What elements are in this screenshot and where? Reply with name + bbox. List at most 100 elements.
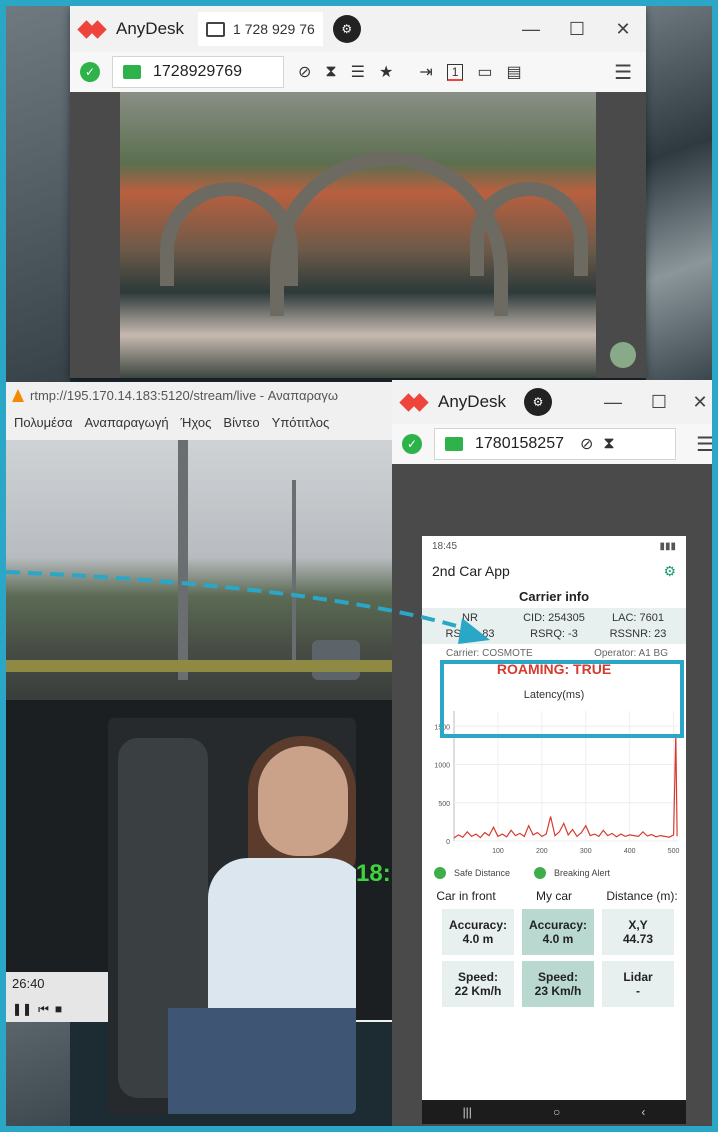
- col-car-in-front: Car in front: [436, 889, 496, 903]
- toolbar: ✓ 1780158257 ⊘ ⧗ ☰: [392, 424, 718, 464]
- guard-rail: [6, 660, 392, 672]
- file-transfer-icon[interactable]: ⇥: [419, 62, 432, 82]
- stop-icon[interactable]: ■: [55, 1002, 62, 1016]
- avatar: [610, 342, 636, 368]
- display-1-icon[interactable]: 1: [446, 63, 464, 81]
- menu-playback[interactable]: Αναπαραγωγή: [85, 415, 169, 430]
- titlebar: AnyDesk 1 728 929 76 ⚙ — ☐ ✕: [70, 6, 646, 52]
- metric-cid: CID: 254305: [523, 612, 585, 624]
- address-field[interactable]: 1780158257 ⊘ ⧗: [434, 428, 676, 460]
- metric-lac: LAC: 7601: [612, 612, 664, 624]
- home-icon[interactable]: ○: [553, 1105, 560, 1119]
- back-icon[interactable]: ‹: [641, 1105, 645, 1119]
- menu-audio[interactable]: Ήχος: [181, 415, 212, 430]
- time-label: 26:40: [6, 972, 122, 996]
- operator-label: Operator: A1 BG: [594, 648, 668, 659]
- anydesk-window-1: AnyDesk 1 728 929 76 ⚙ — ☐ ✕ ✓ 172892976…: [70, 6, 646, 378]
- app-name: AnyDesk: [438, 392, 507, 411]
- database-icon[interactable]: ☰: [351, 62, 365, 82]
- card-distance: X,Y 44.73: [602, 909, 674, 955]
- bridge-image: [120, 92, 596, 378]
- gear-icon: ⚙: [341, 22, 353, 36]
- driver-camera-video: [108, 718, 356, 1114]
- connection-ok-icon: ✓: [80, 62, 100, 82]
- maximize-button[interactable]: ☐: [554, 19, 600, 40]
- session-tab[interactable]: 1 728 929 76: [198, 12, 323, 46]
- session-menu-button[interactable]: ⚙: [524, 388, 553, 416]
- roaming-highlight-box: [440, 660, 684, 738]
- card-value: 44.73: [622, 932, 654, 946]
- chart-legend: Safe Distance Breaking Alert: [422, 861, 686, 885]
- card-value: 4.0 m: [542, 932, 574, 946]
- android-nav-bar: ||| ○ ‹: [422, 1100, 686, 1124]
- address-value: 1728929769: [153, 63, 242, 80]
- close-button[interactable]: ✕: [682, 392, 718, 413]
- anydesk-logo-icon: [77, 19, 107, 39]
- menu-icon[interactable]: ☰: [614, 60, 632, 85]
- card-my-speed: Speed: 23 Km/h: [522, 961, 594, 1007]
- screen-share-icon[interactable]: ⊘: [298, 62, 311, 82]
- x-tick-label: 100: [492, 848, 504, 855]
- minimize-button[interactable]: —: [590, 392, 636, 413]
- playback-controls: ❚❚ ⏮ ■: [6, 996, 122, 1022]
- x-tick-label: 300: [580, 848, 592, 855]
- screen-share-icon[interactable]: ⊘: [580, 434, 593, 454]
- card-title: Speed:: [537, 970, 578, 984]
- card-title: Speed:: [457, 970, 498, 984]
- background-image-right: [646, 0, 712, 380]
- hourglass-icon[interactable]: ⧗: [603, 435, 614, 453]
- col-my-car: My car: [536, 889, 572, 903]
- settings-gear-icon[interactable]: ⚙: [663, 563, 676, 580]
- driver-jeans: [168, 1008, 356, 1114]
- card-lidar: Lidar -: [602, 961, 674, 1007]
- signal-icon: ▮▮▮: [659, 540, 676, 552]
- recent-apps-icon[interactable]: |||: [463, 1105, 472, 1119]
- close-button[interactable]: ✕: [600, 19, 646, 40]
- chat-icon[interactable]: ▤: [507, 62, 522, 82]
- annotation-arrow: [5, 570, 490, 644]
- hourglass-icon[interactable]: ⧗: [325, 63, 336, 81]
- menu-video[interactable]: Βίντεο: [223, 415, 259, 430]
- titlebar: AnyDesk ⚙ — ☐ ✕: [392, 380, 718, 424]
- card-title: Accuracy:: [448, 918, 508, 932]
- previous-icon[interactable]: ⏮: [38, 1002, 49, 1017]
- monitor-icon[interactable]: ▭: [477, 62, 492, 82]
- remote-view[interactable]: [70, 92, 646, 378]
- menu-subtitle[interactable]: Υπότιτλος: [272, 415, 330, 430]
- maximize-button[interactable]: ☐: [636, 392, 682, 413]
- card-front-accuracy: Accuracy: 4.0 m: [442, 909, 514, 955]
- y-tick-label: 500: [438, 801, 450, 808]
- y-tick-label: 1000: [434, 763, 450, 770]
- safe-distance-dot: [434, 867, 446, 879]
- card-value: 22 Km/h: [454, 984, 502, 998]
- vlc-cone-icon: [12, 388, 24, 402]
- card-front-speed: Speed: 22 Km/h: [442, 961, 514, 1007]
- pause-icon[interactable]: ❚❚: [12, 1002, 32, 1016]
- vlc-titlebar: rtmp://195.170.14.183:5120/stream/live -…: [6, 382, 392, 408]
- driver-face: [258, 746, 348, 856]
- anydesk-logo-icon: [399, 392, 429, 412]
- menu-icon[interactable]: ☰: [696, 432, 714, 457]
- card-value: 23 Km/h: [534, 984, 582, 998]
- connection-ok-icon: ✓: [402, 434, 422, 454]
- breaking-alert-dot: [534, 867, 547, 879]
- minimize-button[interactable]: —: [508, 19, 554, 40]
- address-field[interactable]: 1728929769: [112, 56, 284, 88]
- app-name: AnyDesk: [116, 19, 185, 38]
- remote-screen-icon: [445, 437, 463, 451]
- card-title: Accuracy:: [528, 918, 588, 932]
- arrow-path: [5, 570, 477, 634]
- session-menu-button[interactable]: ⚙: [332, 15, 361, 43]
- x-tick-label: 200: [536, 848, 548, 855]
- toolbar: ✓ 1728929769 ⊘ ⧗ ☰ ★ ⇥ 1 ▭ ▤ ☰: [70, 52, 646, 92]
- star-icon[interactable]: ★: [379, 62, 393, 82]
- card-my-accuracy: Accuracy: 4.0 m: [522, 909, 594, 955]
- menu-media[interactable]: Πολυμέσα: [14, 415, 73, 430]
- address-value: 1780158257: [475, 435, 564, 452]
- monitor-icon: [206, 21, 226, 37]
- x-tick-label: 400: [624, 848, 636, 855]
- vlc-menubar: Πολυμέσα Αναπαραγωγή Ήχος Βίντεο Υπότιτλ…: [6, 408, 392, 436]
- card-title: X,Y: [628, 918, 648, 932]
- remote-screen-icon: [123, 65, 141, 79]
- column-headers: Car in front My car Distance (m):: [422, 889, 686, 903]
